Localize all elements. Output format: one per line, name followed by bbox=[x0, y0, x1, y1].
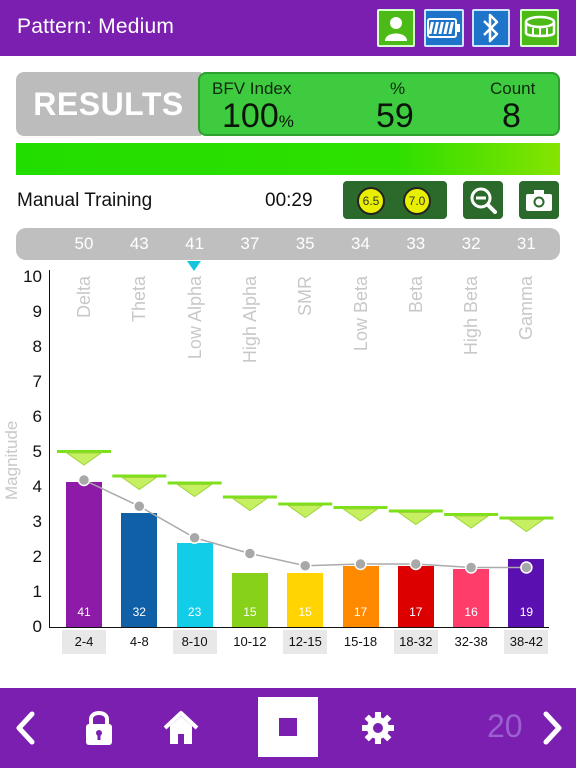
band-name-label: Beta bbox=[405, 276, 426, 314]
session-timer: 00:29 bbox=[265, 190, 313, 211]
camera-icon bbox=[526, 190, 552, 211]
x-category-label: 12-15 bbox=[283, 630, 328, 654]
x-category-label: 18-32 bbox=[393, 630, 438, 654]
threshold-marker[interactable] bbox=[57, 450, 111, 466]
count-label: Count bbox=[490, 79, 536, 98]
threshold-marker[interactable] bbox=[333, 506, 388, 522]
selected-band-marker bbox=[187, 261, 201, 271]
camera-button[interactable] bbox=[519, 181, 559, 219]
battery-icon[interactable] bbox=[424, 9, 464, 47]
band-value: 50 bbox=[74, 234, 94, 253]
page-number: 20 bbox=[487, 708, 523, 744]
threshold-high-knob[interactable]: 7.0 bbox=[403, 187, 431, 215]
bar-value-label: 19 bbox=[519, 605, 534, 619]
zoom-out-icon bbox=[470, 187, 497, 214]
results-block: RESULTS BFV Index 100% % 59 Count 8 bbox=[16, 72, 560, 136]
threshold-marker[interactable] bbox=[388, 509, 443, 526]
y-tick-label: 9 bbox=[32, 302, 42, 321]
band-name-label: SMR bbox=[295, 276, 316, 316]
settings-gear-icon[interactable] bbox=[358, 688, 398, 768]
home-icon[interactable] bbox=[162, 688, 200, 768]
y-tick-label: 3 bbox=[32, 512, 42, 531]
y-tick-label: 8 bbox=[32, 337, 42, 356]
count-value: 8 bbox=[502, 97, 521, 135]
band-value: 33 bbox=[406, 234, 426, 253]
y-tick-label: 4 bbox=[32, 477, 42, 496]
band-value: 31 bbox=[516, 234, 536, 253]
band-name-label: High Alpha bbox=[239, 276, 260, 364]
threshold-low-knob[interactable]: 6.5 bbox=[357, 187, 385, 215]
app-header: Pattern: Medium bbox=[0, 0, 576, 56]
percent-value: 59 bbox=[376, 97, 414, 135]
stop-button[interactable] bbox=[258, 697, 318, 757]
x-category-label: 2-4 bbox=[62, 630, 106, 654]
bar-value-label: 17 bbox=[353, 605, 368, 619]
band-name-label: Theta bbox=[129, 276, 150, 323]
band-name-label: Low Alpha bbox=[184, 276, 205, 360]
x-category-label: 4-8 bbox=[129, 634, 149, 649]
threshold-marker[interactable] bbox=[167, 481, 222, 498]
bar-value-label: 15 bbox=[243, 605, 257, 619]
percent-label: % bbox=[390, 79, 406, 98]
bar-value-label: 17 bbox=[409, 605, 423, 619]
y-tick-label: 1 bbox=[32, 582, 42, 601]
average-point bbox=[188, 531, 201, 544]
results-button[interactable]: RESULTS bbox=[16, 72, 201, 136]
y-tick-label: 2 bbox=[32, 547, 42, 566]
threshold-marker[interactable] bbox=[278, 502, 333, 519]
forward-arrow-icon[interactable] bbox=[540, 688, 566, 768]
y-axis-title: Magnitude bbox=[2, 420, 21, 500]
band-value: 32 bbox=[461, 234, 481, 253]
x-category-label: 32-38 bbox=[454, 634, 488, 649]
average-point bbox=[243, 547, 257, 560]
x-category-label: 10-12 bbox=[233, 634, 267, 649]
y-tick-label: 6 bbox=[32, 407, 42, 426]
user-icon[interactable] bbox=[377, 9, 415, 47]
band-name-label: Low Beta bbox=[350, 276, 371, 352]
x-category-label: 38-42 bbox=[504, 630, 549, 654]
band-value: 37 bbox=[240, 234, 260, 253]
threshold-marker[interactable] bbox=[499, 516, 554, 533]
band-value: 41 bbox=[185, 234, 205, 253]
bar-value-label: 32 bbox=[132, 605, 146, 619]
stop-icon bbox=[279, 718, 297, 736]
y-tick-label: 0 bbox=[32, 617, 42, 636]
bluetooth-icon[interactable] bbox=[472, 9, 510, 47]
x-category-label: 15-18 bbox=[343, 634, 378, 649]
band-value: 35 bbox=[295, 234, 315, 253]
bar-value-label: 15 bbox=[298, 605, 312, 619]
results-panel: BFV Index 100% % 59 Count 8 bbox=[198, 72, 560, 136]
headband-icon[interactable] bbox=[520, 9, 559, 47]
y-tick-label: 7 bbox=[32, 372, 42, 391]
band-name-label: High Beta bbox=[461, 276, 482, 356]
threshold-marker[interactable] bbox=[222, 495, 277, 512]
y-tick-label: 10 bbox=[23, 267, 42, 286]
bfv-index-value: 100% bbox=[222, 97, 294, 135]
bar-value-label: 16 bbox=[464, 605, 478, 619]
training-mode-label: Manual Training bbox=[17, 190, 153, 211]
zoom-out-button[interactable] bbox=[463, 181, 503, 219]
band-name-label: Delta bbox=[74, 276, 95, 319]
band-value: 34 bbox=[351, 234, 370, 253]
average-point bbox=[133, 500, 146, 513]
x-axis-line bbox=[49, 627, 549, 628]
bar-value-label: 23 bbox=[187, 605, 202, 619]
threshold-marker[interactable] bbox=[444, 513, 499, 529]
threshold-control[interactable]: 6.5 7.0 bbox=[343, 181, 447, 219]
x-category-label: 8-10 bbox=[172, 630, 217, 654]
band-name-label: Gamma bbox=[516, 276, 537, 341]
bfv-index-label: BFV Index bbox=[212, 79, 292, 98]
band-value: 43 bbox=[129, 234, 149, 253]
pattern-title: Pattern: Medium bbox=[17, 15, 175, 38]
y-tick-label: 5 bbox=[32, 442, 42, 461]
average-point bbox=[298, 559, 312, 572]
lock-icon[interactable] bbox=[82, 688, 116, 768]
threshold-marker[interactable] bbox=[112, 474, 167, 491]
band-values-strip: 50 43 41 37 35 34 33 32 31 bbox=[16, 228, 560, 260]
feedback-meter-bar bbox=[16, 143, 560, 175]
bar-value-label: 41 bbox=[77, 605, 91, 619]
y-axis-line bbox=[49, 270, 50, 628]
back-arrow-icon[interactable] bbox=[10, 688, 40, 768]
